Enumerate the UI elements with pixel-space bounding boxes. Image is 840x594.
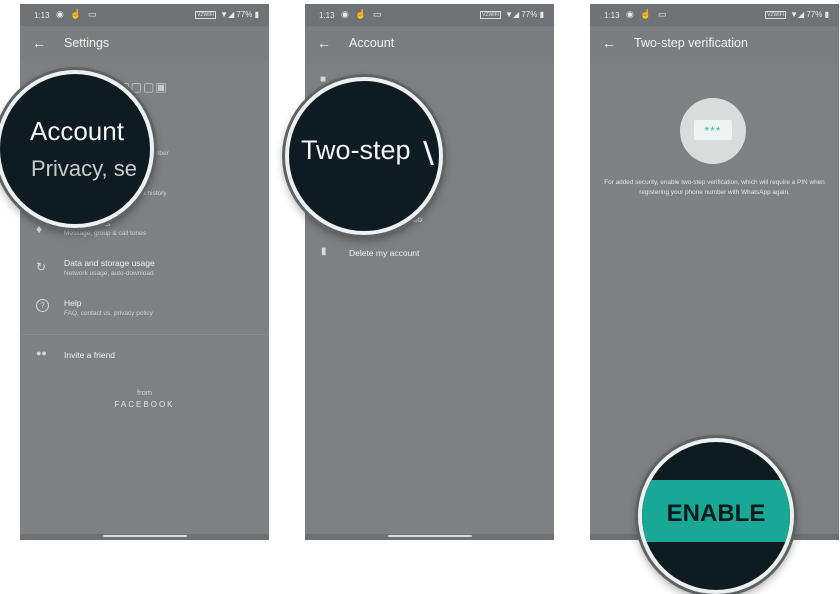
status-right: VZWIFI ▼◢ 77% ▮: [765, 10, 829, 19]
lock-icon: ■: [320, 74, 327, 85]
enable-button[interactable]: ENABLE: [642, 480, 790, 542]
settings-item-subtitle: FAQ, contact us, privacy policy: [64, 310, 153, 317]
people-icon: ●●: [36, 348, 47, 358]
page-title: Account: [349, 36, 395, 50]
divider: [20, 334, 269, 335]
app-bar: ← Account: [305, 26, 554, 62]
back-arrow-icon[interactable]: ←: [317, 35, 331, 51]
two-step-description: For added security, enable two-step veri…: [604, 179, 825, 196]
trash-icon: ▮: [321, 246, 327, 257]
back-arrow-icon[interactable]: ←: [32, 35, 46, 51]
settings-item-help[interactable]: ? Help FAQ, contact us, privacy policy: [20, 296, 269, 330]
status-icons: ◉ ☝ ▭: [626, 9, 669, 19]
settings-item-title: Data and storage usage: [64, 258, 155, 268]
magnifier-enable: ENABLE: [638, 438, 794, 594]
invite-label: Invite a friend: [64, 350, 116, 360]
account-row-partial-text: mber: [154, 150, 169, 157]
status-time: 1:13: [319, 11, 335, 20]
settings-item-subtitle: Message, group & call tones: [64, 230, 147, 237]
status-icons: ◉ ☝ ▭: [56, 9, 99, 19]
status-right: VZWIFI ▼◢ 77% ▮: [195, 10, 259, 19]
battery-indicator: ▼◢ 77% ▮: [790, 10, 829, 19]
status-bar: 1:13 ◉ ☝ ▭ VZWIFI ▼◢ 77% ▮: [20, 4, 269, 26]
from-label: from: [137, 388, 152, 397]
status-time: 1:13: [604, 11, 620, 20]
delete-account-item[interactable]: ▮ Delete my account: [305, 244, 554, 268]
settings-item-title: Help: [64, 298, 82, 308]
pin-illustration: ***: [680, 98, 746, 164]
chats-row-partial-text: d history: [142, 190, 167, 197]
gesture-nav-bar: [20, 534, 269, 540]
battery-indicator: ▼◢ 77% ▮: [505, 10, 544, 19]
back-arrow-icon[interactable]: ←: [602, 35, 616, 51]
wifi-calling-badge: VZWIFI: [195, 11, 217, 19]
status-bar: 1:13 ◉ ☝ ▭ VZWIFI ▼◢ 77% ▮: [305, 4, 554, 26]
wifi-calling-badge: VZWIFI: [480, 11, 502, 19]
delete-account-label: Delete my account: [349, 248, 420, 258]
help-icon: ?: [36, 299, 49, 312]
status-icons: ◉ ☝ ▭: [341, 9, 384, 19]
gesture-nav-bar: [305, 534, 554, 540]
zoom-account-label: Account: [30, 116, 124, 146]
zoom-two-step-label: Two-step: [301, 135, 411, 165]
magnifier-account: Account Privacy, se: [0, 70, 154, 228]
app-bar: ← Settings: [20, 26, 269, 62]
status-right: VZWIFI ▼◢ 77% ▮: [480, 10, 544, 19]
zoom-two-step-overflow: [423, 141, 439, 165]
enable-button-label: ENABLE: [666, 500, 766, 527]
invite-friend-item[interactable]: ●● Invite a friend: [20, 346, 269, 370]
magnifier-two-step: Two-step: [285, 77, 443, 235]
bell-icon: ♦: [36, 222, 43, 236]
settings-item-data-storage[interactable]: ↻ Data and storage usage Network usage, …: [20, 256, 269, 290]
data-usage-icon: ↻: [36, 260, 47, 274]
page-title: Two-step verification: [634, 36, 748, 50]
page-title: Settings: [64, 36, 110, 50]
battery-indicator: ▼◢ 77% ▮: [220, 10, 259, 19]
zoom-privacy-label: Privacy, se: [31, 156, 137, 181]
status-bar: 1:13 ◉ ☝ ▭ VZWIFI ▼◢ 77% ▮: [590, 4, 839, 26]
facebook-brand: FACEBOOK: [114, 400, 175, 409]
settings-item-subtitle: Network usage, auto-download: [64, 270, 154, 277]
pin-field-icon: ***: [694, 120, 732, 140]
status-time: 1:13: [34, 11, 50, 20]
wifi-calling-badge: VZWIFI: [765, 11, 787, 19]
app-bar: ← Two-step verification: [590, 26, 839, 62]
